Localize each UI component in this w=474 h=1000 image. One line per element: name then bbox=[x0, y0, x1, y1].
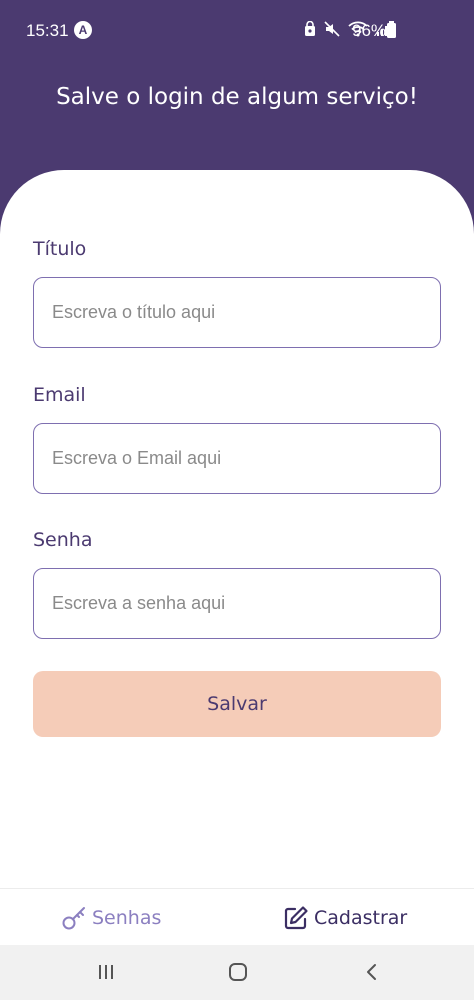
save-button[interactable]: Salvar bbox=[33, 671, 441, 737]
battery-icon bbox=[387, 21, 396, 38]
email-input[interactable] bbox=[33, 423, 441, 494]
password-label: Senha bbox=[33, 529, 93, 551]
battery-level: 96% bbox=[352, 21, 387, 40]
nav-item-cadastrar[interactable]: Cadastrar bbox=[283, 905, 407, 931]
email-label: Email bbox=[33, 384, 86, 406]
nav-label-senhas: Senhas bbox=[92, 907, 162, 929]
mute-icon bbox=[324, 21, 340, 37]
password-input[interactable] bbox=[33, 568, 441, 639]
page-title: Salve o login de algum serviço! bbox=[56, 84, 418, 110]
back-icon[interactable] bbox=[364, 962, 380, 987]
recents-icon[interactable] bbox=[96, 962, 116, 987]
edit-icon bbox=[284, 906, 308, 930]
security-icon bbox=[305, 21, 315, 36]
home-icon[interactable] bbox=[228, 962, 248, 987]
system-nav-bar bbox=[0, 945, 474, 1000]
key-icon bbox=[62, 907, 85, 930]
bottom-nav: Senhas Cadastrar bbox=[0, 888, 474, 945]
notification-icon: A bbox=[74, 21, 92, 39]
title-input[interactable] bbox=[33, 277, 441, 348]
nav-item-senhas[interactable]: Senhas bbox=[61, 905, 161, 931]
title-label: Título bbox=[33, 238, 87, 260]
status-time: 15:31 bbox=[26, 21, 69, 40]
nav-label-cadastrar: Cadastrar bbox=[314, 907, 408, 929]
status-bar: 15:31 A 96% bbox=[0, 0, 474, 62]
